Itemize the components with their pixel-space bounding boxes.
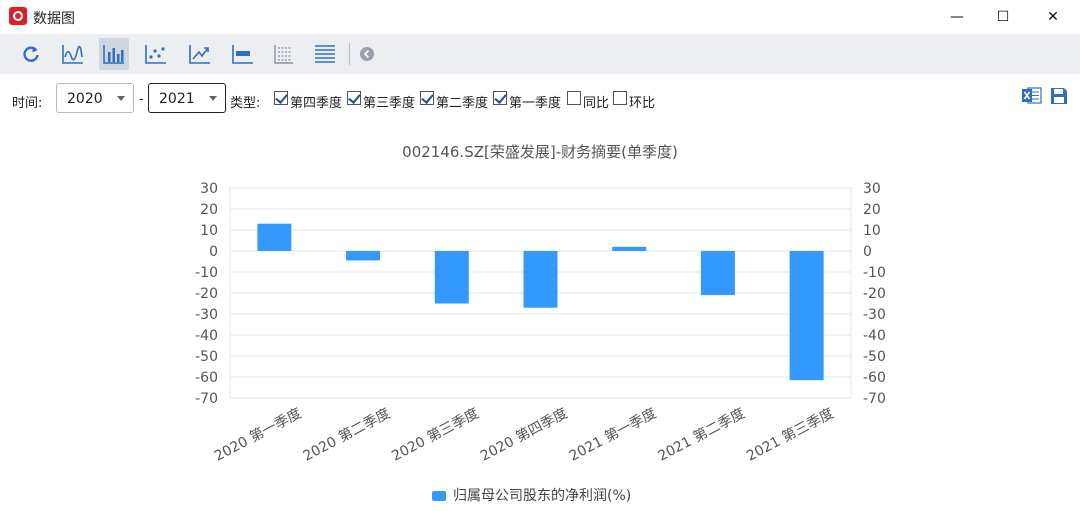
start-year-select[interactable]: 2020 (56, 83, 134, 113)
y-tick-label-left: -10 (195, 265, 218, 281)
chart-title: 002146.SZ[荣盛发展]-财务摘要(单季度) (402, 143, 678, 161)
window-title: 数据图 (33, 11, 75, 27)
bar[interactable] (257, 223, 292, 251)
x-tick-label: 2021 第三季度 (744, 405, 837, 465)
start-year-value: 2020 (67, 91, 103, 107)
y-tick-label-right: -20 (863, 286, 886, 302)
bar[interactable] (700, 251, 735, 296)
trend-chart-icon[interactable] (185, 38, 215, 70)
end-year-select[interactable]: 2021 (148, 83, 226, 113)
maximize-button[interactable]: ☐ (980, 0, 1026, 34)
bar[interactable] (346, 251, 381, 261)
y-tick-label-right: -10 (863, 265, 886, 281)
legend-label[interactable]: 归属母公司股东的净利润(%) (453, 487, 631, 504)
x-tick-label: 2020 第三季度 (389, 405, 482, 465)
y-tick-label-right: -30 (863, 307, 886, 323)
checkbox-q4[interactable] (274, 91, 288, 105)
x-tick-label: 2021 第二季度 (655, 405, 748, 465)
bar[interactable] (612, 246, 647, 251)
x-tick-label: 2020 第四季度 (478, 405, 571, 465)
checkbox-label-qoq: 环比 (629, 96, 656, 111)
y-tick-label-left: 0 (209, 244, 218, 260)
checkbox-q1[interactable] (493, 91, 507, 105)
toolbar-separator (349, 43, 350, 65)
title-bar: 数据图 — ☐ ✕ (0, 0, 1080, 34)
y-tick-label-right: -70 (863, 391, 886, 407)
legend-swatch (432, 491, 446, 501)
table-grid-icon[interactable] (268, 38, 298, 70)
x-tick-label: 2020 第二季度 (300, 405, 393, 465)
excel-icon[interactable] (1022, 87, 1042, 104)
app-logo-icon (9, 7, 27, 25)
bar[interactable] (523, 251, 558, 308)
checkbox-label-q1: 第一季度 (509, 96, 562, 111)
checkbox-label-yoy: 同比 (583, 96, 610, 111)
line-chart-icon[interactable] (58, 38, 88, 70)
y-tick-label-left: -60 (195, 370, 218, 386)
chevron-down-icon (117, 96, 125, 101)
chevron-down-icon (209, 96, 217, 101)
checkbox-q3[interactable] (347, 91, 361, 105)
time-label: 时间: (12, 96, 43, 111)
checkbox-label-q2: 第二季度 (436, 96, 489, 111)
y-tick-label-left: 30 (200, 181, 218, 197)
filter-bar: 时间: 2020 - 2021 类型: 第四季度 第三季度 第二季度 第一季度 … (0, 80, 1080, 120)
y-tick-label-right: -60 (863, 370, 886, 386)
y-tick-label-left: 10 (200, 223, 218, 239)
save-icon[interactable] (1050, 87, 1068, 105)
y-tick-label-right: 20 (863, 202, 881, 218)
refresh-icon[interactable] (16, 38, 46, 70)
type-label: 类型: (230, 96, 261, 111)
checkbox-q2[interactable] (420, 91, 434, 105)
scatter-chart-icon[interactable] (141, 38, 171, 70)
y-tick-label-left: -20 (195, 286, 218, 302)
y-tick-label-left: -40 (195, 328, 218, 344)
toolbar (0, 34, 1080, 74)
list-lines-icon[interactable] (310, 38, 340, 70)
y-tick-label-left: -50 (195, 349, 218, 365)
checkbox-yoy[interactable] (567, 91, 581, 105)
bar[interactable] (434, 251, 469, 304)
checkbox-qoq[interactable] (613, 91, 627, 105)
range-dash: - (139, 92, 144, 107)
collapse-left-icon[interactable] (352, 38, 382, 70)
y-tick-label-right: 10 (863, 223, 881, 239)
close-button[interactable]: ✕ (1030, 0, 1076, 34)
end-year-value: 2021 (159, 91, 195, 107)
y-tick-label-left: -70 (195, 391, 218, 407)
y-tick-label-right: -40 (863, 328, 886, 344)
y-tick-label-left: 20 (200, 202, 218, 218)
y-tick-label-right: -50 (863, 349, 886, 365)
checkbox-label-q3: 第三季度 (363, 96, 416, 111)
y-tick-label-left: -30 (195, 307, 218, 323)
x-tick-label: 2021 第一季度 (566, 405, 659, 465)
bar-chart-icon[interactable] (99, 38, 129, 70)
bar[interactable] (789, 251, 824, 381)
y-tick-label-right: 30 (863, 181, 881, 197)
y-tick-label-right: 0 (863, 244, 872, 260)
range-chart-icon[interactable] (228, 38, 258, 70)
x-tick-label: 2020 第一季度 (211, 405, 304, 465)
bar-chart: 002146.SZ[荣盛发展]-财务摘要(单季度) 30 20 10 0 -10 -20 -… (195, 143, 886, 504)
minimize-button[interactable]: — (934, 0, 980, 34)
checkbox-label-q4: 第四季度 (290, 96, 343, 111)
